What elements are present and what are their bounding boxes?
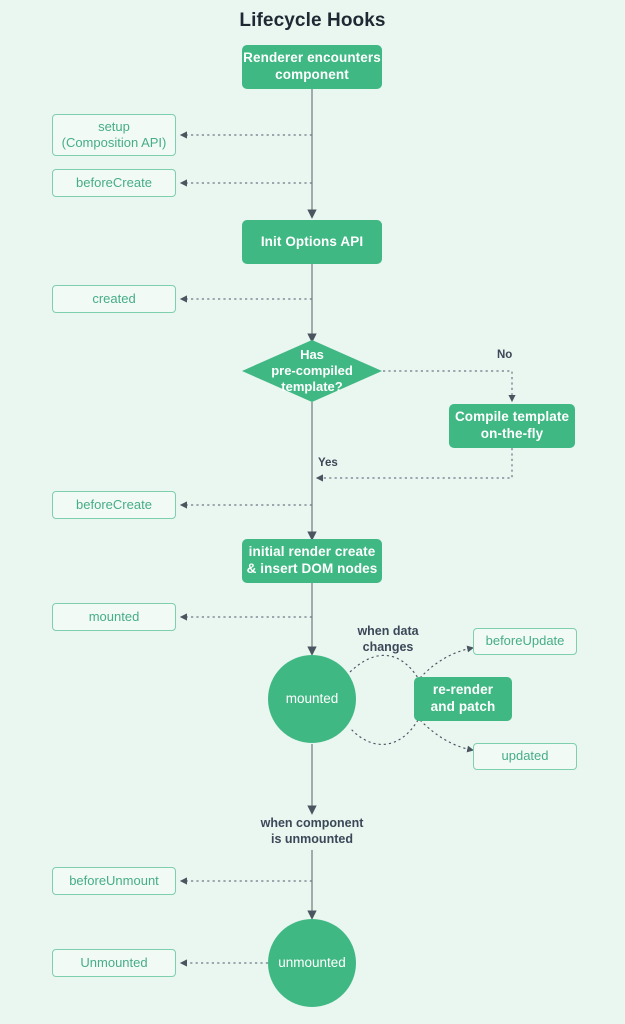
edge-mounted-to-rerender (349, 654, 419, 679)
node-mounted-state[interactable]: mounted (268, 655, 356, 743)
node-renderer-encounters-component[interactable]: Renderer encounters component (242, 45, 382, 89)
node-label-line1: initial render create (248, 544, 376, 560)
node-rerender-and-patch[interactable]: re-render and patch (414, 677, 512, 721)
node-label: Init Options API (260, 233, 364, 249)
annotation-line1: when component (260, 816, 364, 830)
annotation-line2: changes (362, 640, 414, 655)
circle-label: mounted (285, 690, 339, 706)
node-label-line2: on-the-fly (480, 426, 544, 441)
node-label-line1: Compile template (454, 409, 570, 425)
hook-setup-composition-api[interactable]: setup (Composition API) (52, 114, 176, 156)
node-compile-template-on-the-fly[interactable]: Compile template on-the-fly (449, 404, 575, 448)
annotation-when-component-is-unmounted: when component is unmounted (232, 815, 392, 848)
page-title: Lifecycle Hooks (239, 10, 386, 31)
node-decision-has-precompiled-template[interactable]: Has pre-compiled template? (242, 340, 382, 402)
node-label: Renderer encounters component (243, 50, 381, 84)
node-init-options-api[interactable]: Init Options API (242, 220, 382, 264)
edge-label-no: No (497, 349, 513, 361)
hook-created[interactable]: created (52, 285, 176, 313)
diamond-label-line2: pre-compiled (271, 363, 353, 379)
diamond-label-line3: template? (281, 378, 343, 394)
node-label-line2: component (275, 67, 349, 82)
hook-mounted[interactable]: mounted (52, 603, 176, 631)
edge-to-updated (419, 719, 475, 753)
edge-compile-return (315, 448, 513, 482)
hook-label-line2: (Composition API) (61, 135, 167, 150)
edge-label-yes: Yes (318, 457, 338, 469)
diamond-label-line1: Has (300, 347, 324, 363)
hook-label: beforeUpdate (485, 633, 565, 649)
hook-before-create-2[interactable]: beforeCreate (52, 491, 176, 519)
lifecycle-diagram: Lifecycle Hooks Renderer encounters comp… (0, 0, 625, 1024)
hook-before-unmount[interactable]: beforeUnmount (52, 867, 176, 895)
hook-label: updated (501, 748, 549, 764)
hook-label: setup (Composition API) (62, 119, 167, 152)
edge-rerender-to-mounted (349, 719, 419, 745)
node-label-line1: Renderer encounters (243, 50, 381, 66)
node-label: Compile template on-the-fly (455, 409, 569, 443)
hook-label: beforeUnmount (69, 872, 159, 888)
node-label-line2: & insert DOM nodes (246, 561, 378, 576)
node-label-line1: re-render (432, 682, 494, 698)
circle-label: unmounted (278, 954, 346, 970)
node-label-line2: and patch (430, 699, 496, 714)
edge-no-branch (383, 370, 516, 403)
node-label: re-render and patch (431, 682, 496, 716)
hook-label: Unmounted (80, 954, 148, 970)
hook-label: beforeCreate (76, 496, 152, 512)
node-label: initial render create & insert DOM nodes (247, 544, 378, 578)
hook-label-line1: setup (98, 118, 130, 134)
diamond-label: Has pre-compiled template? (242, 340, 382, 402)
hook-label: beforeCreate (76, 174, 152, 190)
hook-updated[interactable]: updated (473, 743, 577, 770)
hook-before-create-1[interactable]: beforeCreate (52, 169, 176, 197)
hook-before-update[interactable]: beforeUpdate (473, 628, 577, 655)
annotation-when-data-changes: when data changes (340, 623, 436, 656)
annotation-line1: when data (357, 624, 419, 638)
node-unmounted-state[interactable]: unmounted (268, 919, 356, 1007)
annotation-line2: is unmounted (271, 832, 353, 847)
hook-unmounted[interactable]: Unmounted (52, 949, 176, 977)
hook-label: created (92, 290, 136, 306)
node-initial-render-create[interactable]: initial render create & insert DOM nodes (242, 539, 382, 583)
hook-label: mounted (88, 608, 140, 624)
